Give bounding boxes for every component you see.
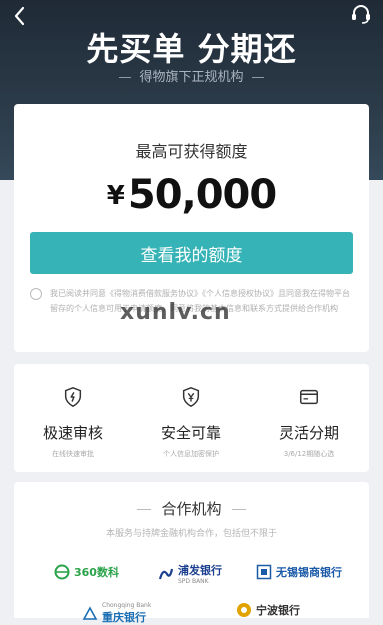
page-title: 先买单 分期还 xyxy=(86,30,297,68)
quota-amount: ¥50,000 xyxy=(14,172,369,218)
quota-label: 最高可获得额度 xyxy=(135,142,248,161)
card-icon xyxy=(300,389,318,405)
currency-symbol: ¥ xyxy=(106,181,125,211)
yen-shield-icon xyxy=(182,387,200,407)
partners-title: 合作机构 xyxy=(14,498,369,519)
partner-logo-spd: 浦发银行 SPD BANK xyxy=(158,562,222,585)
partners-subtitle: 本服务与持牌金融机构合作，包括但不限于 xyxy=(105,529,277,539)
partner-logo-xishang: 无锡锡商银行 xyxy=(256,564,342,580)
xishang-bank-logo-icon xyxy=(256,564,272,580)
customer-service-icon[interactable] xyxy=(349,2,373,26)
chongqing-bank-logo-icon xyxy=(82,605,98,620)
spd-bank-logo-icon xyxy=(158,568,174,579)
feature-secure: 安全可靠 个人信息加密保护 xyxy=(132,386,250,459)
partner-logo-ningbo: 宁波银行 xyxy=(236,602,300,618)
watermark: xunlv.cn xyxy=(120,300,231,325)
page-subtitle: 得物旗下正规机构 xyxy=(0,66,383,85)
agreement-checkbox[interactable] xyxy=(30,288,42,300)
check-quota-button[interactable]: 查看我的额度 xyxy=(30,232,353,274)
360-logo-icon xyxy=(54,564,70,580)
feature-fast-review: 极速审核 在线快速审批 xyxy=(14,386,132,459)
partner-logo-360: 360数科 xyxy=(54,564,119,580)
features-card: 极速审核 在线快速审批 安全可靠 个人信息加密保护 灵活分期 3/6/12期随心… xyxy=(14,364,369,472)
partner-logo-chongqing: Chongqing Bank 重庆银行 xyxy=(82,602,151,625)
feature-flexible: 灵活分期 3/6/12期随心选 xyxy=(250,386,368,459)
ningbo-bank-logo-icon xyxy=(237,603,251,617)
quota-value: 50,000 xyxy=(127,172,277,218)
partners-card: 合作机构 本服务与持牌金融机构合作，包括但不限于 360数科 浦发银行 SPD B… xyxy=(14,482,369,624)
lightning-shield-icon xyxy=(64,387,82,407)
